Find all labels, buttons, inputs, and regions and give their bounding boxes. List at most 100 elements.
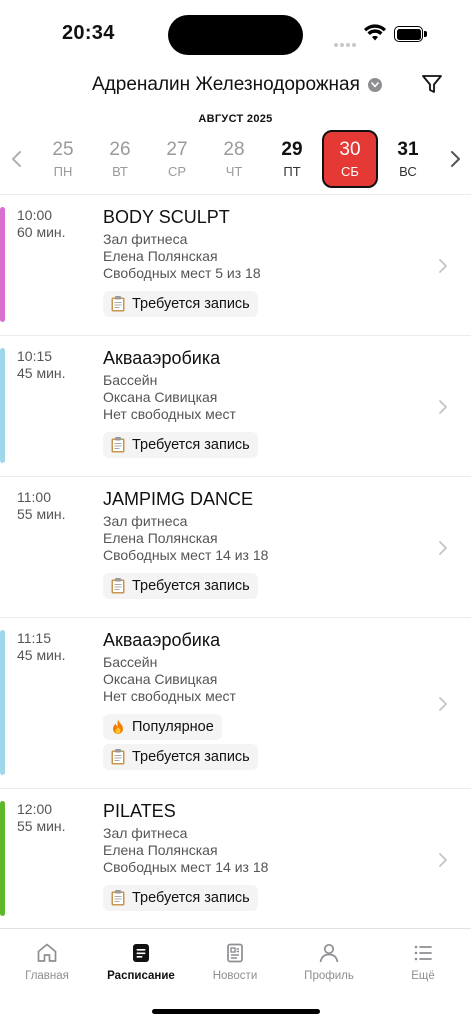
class-seats: Нет свободных мест: [103, 406, 236, 422]
day-number: 25: [52, 139, 74, 160]
tab-label: Расписание: [107, 970, 175, 982]
class-trainer: Елена Полянская: [103, 530, 218, 546]
class-color-bar: [0, 630, 5, 775]
day-31[interactable]: 31 ВС: [380, 130, 436, 188]
week-selector: 25 ПН 26 ВТ 27 СР 28 ЧТ 29 ПТ 30 СБ 31 ВС: [0, 128, 471, 190]
month-label: АВГУСТ 2025: [198, 113, 273, 125]
badge-label: Требуется запись: [132, 437, 250, 453]
day-number: 27: [166, 139, 188, 160]
tab-label: Новости: [212, 970, 258, 982]
schedule-icon: [94, 941, 188, 965]
booking-required-badge: Требуется запись: [103, 573, 258, 599]
chevron-right-icon[interactable]: [448, 150, 462, 168]
day-number: 31: [397, 139, 419, 160]
class-trainer: Оксана Сивицкая: [103, 389, 218, 405]
tab-label: Профиль: [304, 970, 354, 982]
clipboard-icon: [109, 295, 127, 313]
badge-label: Требуется запись: [132, 749, 250, 765]
class-start-time: 10:15: [17, 348, 53, 364]
class-card[interactable]: 12:00 55 мин. PILATES Зал фитнеса Елена Поля…: [0, 789, 471, 930]
badge-label: Популярное: [132, 719, 214, 735]
class-start-time: 10:00: [17, 207, 53, 223]
chevron-right-icon: [438, 540, 448, 561]
class-card[interactable]: 10:15 45 мин. Аквааэробика Бассейн Оксана Си…: [0, 336, 471, 477]
class-room: Зал фитнеса: [103, 513, 188, 529]
chevron-right-icon: [438, 852, 448, 873]
day-number: 29: [281, 139, 303, 160]
class-start-time: 11:15: [17, 630, 51, 646]
chevron-right-icon: [438, 696, 448, 717]
class-duration: 45 мин.: [17, 647, 66, 663]
tab-profile[interactable]: Профиль: [282, 941, 376, 982]
tab-home[interactable]: Главная: [0, 941, 94, 982]
class-seats: Свободных мест 14 из 18: [103, 859, 269, 875]
class-trainer: Елена Полянская: [103, 248, 218, 264]
club-selector[interactable]: Адреналин Железнодорожная: [92, 74, 382, 96]
class-title: BODY SCULPT: [103, 207, 230, 227]
club-name: Адреналин Железнодорожная: [92, 74, 360, 95]
badge-label: Требуется запись: [132, 578, 250, 594]
chevron-down-icon: [367, 78, 382, 92]
clipboard-icon: [109, 748, 127, 766]
day-of-week: ПТ: [283, 164, 301, 179]
class-room: Зал фитнеса: [103, 825, 188, 841]
day-of-week: СБ: [341, 164, 359, 179]
class-seats: Свободных мест 14 из 18: [103, 547, 269, 563]
class-duration: 55 мин.: [17, 818, 66, 834]
status-time: 20:34: [62, 22, 115, 44]
chevron-left-icon[interactable]: [10, 150, 24, 168]
chevron-right-icon: [438, 399, 448, 420]
class-card[interactable]: 10:00 60 мин. BODY SCULPT Зал фитнеса Елена …: [0, 195, 471, 336]
day-26[interactable]: 26 ВТ: [92, 130, 148, 188]
tab-schedule[interactable]: Расписание: [94, 941, 188, 982]
day-25[interactable]: 25 ПН: [35, 130, 91, 188]
class-room: Зал фитнеса: [103, 231, 188, 247]
day-number: 28: [223, 139, 245, 160]
day-30[interactable]: 30 СБ: [322, 130, 378, 188]
chevron-right-icon: [438, 258, 448, 279]
class-room: Бассейн: [103, 372, 158, 388]
day-28[interactable]: 28 ЧТ: [206, 130, 262, 188]
booking-required-badge: Требуется запись: [103, 291, 258, 317]
class-seats: Нет свободных мест: [103, 688, 236, 704]
schedule-screen: 20:34 Адреналин Железнодорожная АВГУСТ 2…: [0, 0, 471, 1024]
class-time: 10:15 45 мин.: [17, 348, 66, 382]
booking-required-badge: Требуется запись: [103, 432, 258, 458]
day-of-week: ВС: [399, 164, 417, 179]
popular-badge: Популярное: [103, 714, 222, 740]
class-time: 10:00 60 мин.: [17, 207, 66, 241]
class-time: 11:00 55 мин.: [17, 489, 66, 523]
profile-icon: [282, 941, 376, 965]
class-card[interactable]: 11:15 45 мин. Аквааэробика Бассейн Оксана Си…: [0, 618, 471, 789]
class-card[interactable]: 11:00 55 мин. JAMPIMG DANCE Зал фитнеса Елен…: [0, 477, 471, 618]
tab-label: Главная: [25, 970, 69, 982]
class-duration: 60 мин.: [17, 224, 66, 240]
tab-news[interactable]: Новости: [188, 941, 282, 982]
fire-icon: [109, 718, 127, 736]
booking-required-badge: Требуется запись: [103, 744, 258, 770]
clipboard-icon: [109, 889, 127, 907]
news-icon: [188, 941, 282, 965]
day-27[interactable]: 27 СР: [149, 130, 205, 188]
day-number: 26: [109, 139, 131, 160]
schedule-header: Адреналин Железнодорожная: [0, 66, 471, 104]
clipboard-icon: [109, 577, 127, 595]
tab-more[interactable]: Ещё: [376, 941, 470, 982]
day-number: 30: [339, 139, 361, 160]
booking-required-badge: Требуется запись: [103, 885, 258, 911]
day-29[interactable]: 29 ПТ: [264, 130, 320, 188]
tab-label: Ещё: [411, 970, 435, 982]
class-duration: 55 мин.: [17, 506, 66, 522]
clipboard-icon: [109, 436, 127, 454]
class-trainer: Елена Полянская: [103, 842, 218, 858]
class-title: Аквааэробика: [103, 348, 221, 368]
battery-icon: [394, 26, 428, 42]
class-time: 12:00 55 мин.: [17, 801, 66, 835]
dynamic-island: [168, 15, 303, 55]
day-of-week: СР: [167, 164, 187, 179]
class-title: PILATES: [103, 801, 176, 821]
filter-icon[interactable]: [420, 72, 444, 96]
wifi-icon: [364, 24, 386, 41]
class-color-bar: [0, 207, 5, 322]
class-color-bar: [0, 801, 5, 916]
